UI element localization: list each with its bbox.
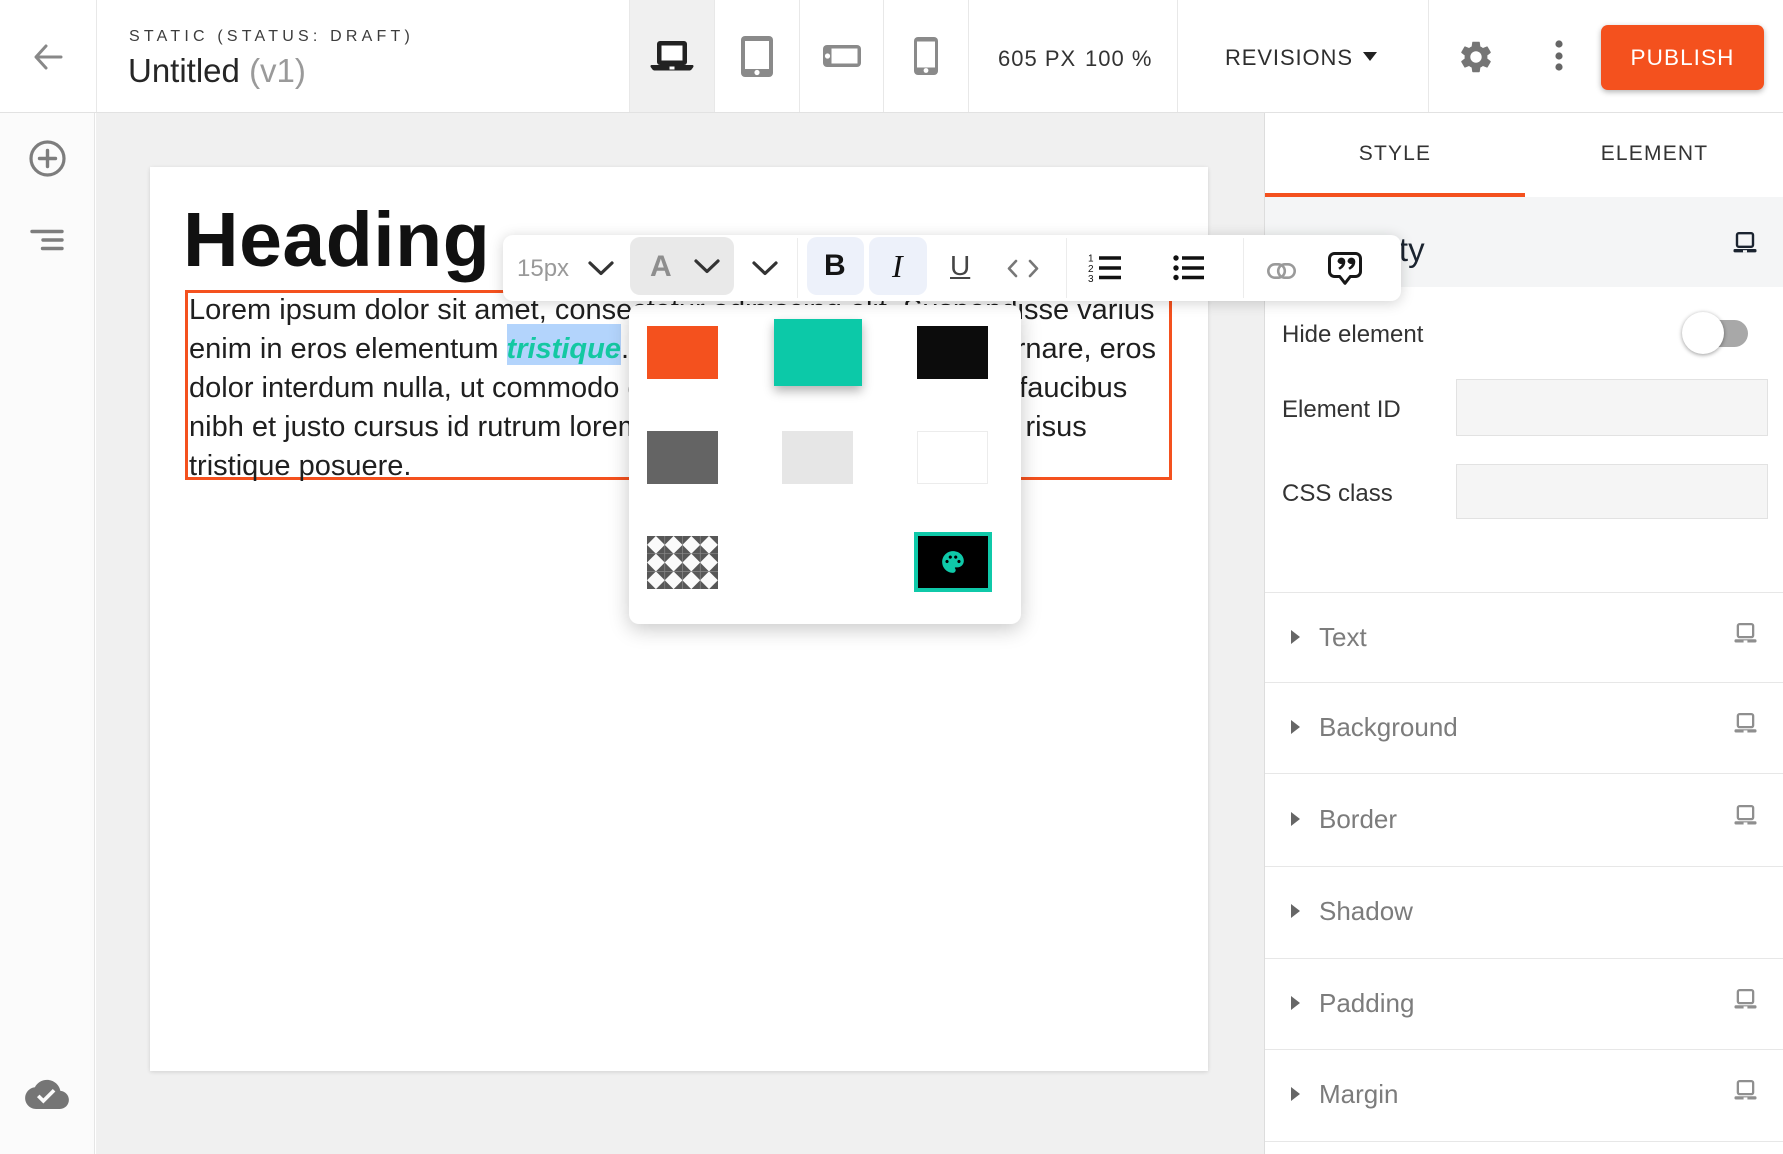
svg-text:3: 3 <box>1088 274 1094 285</box>
svg-text:1: 1 <box>1088 254 1094 265</box>
